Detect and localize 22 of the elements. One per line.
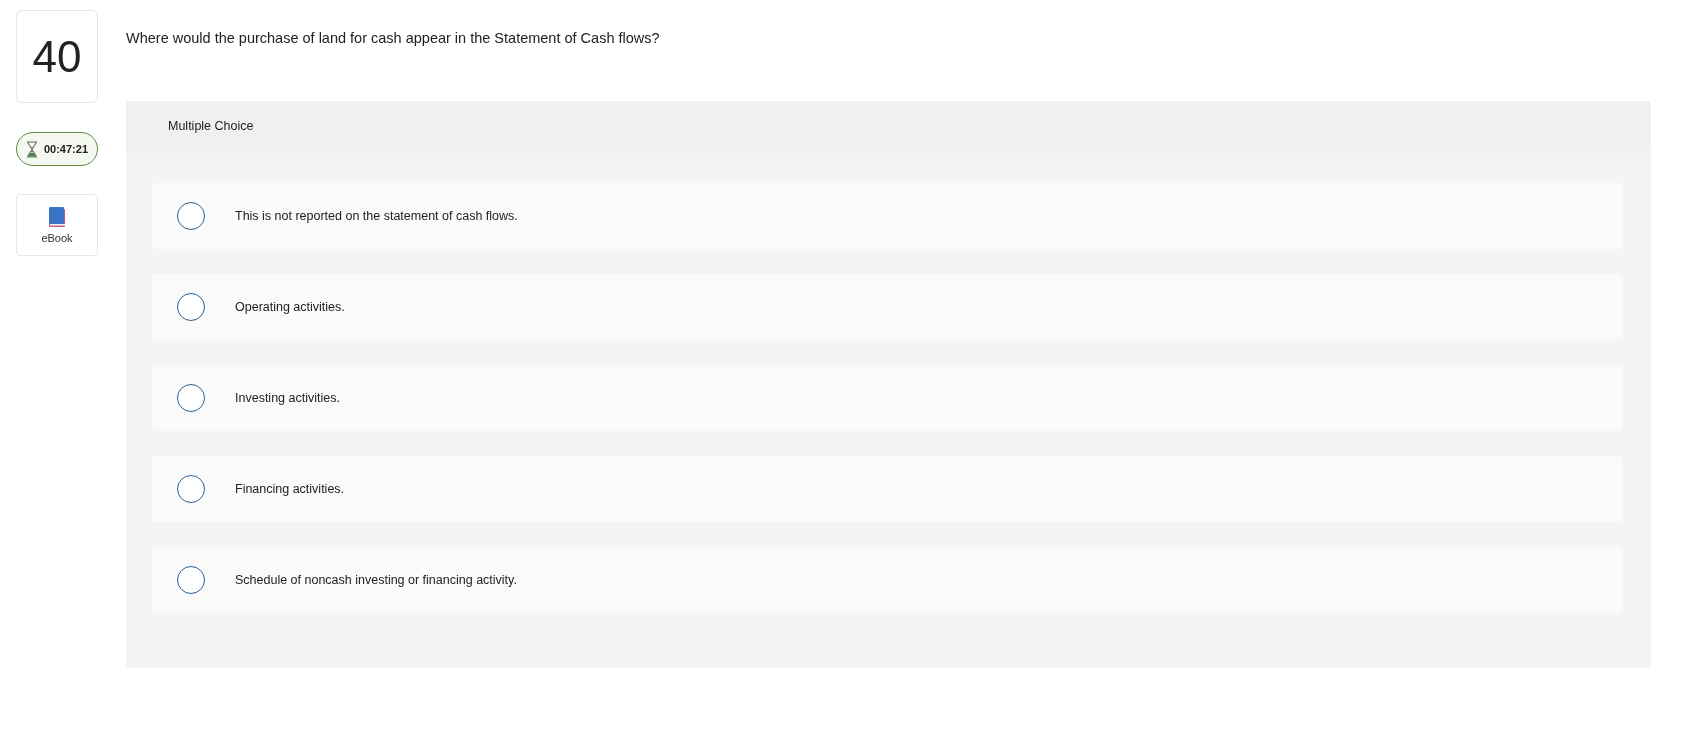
answer-option[interactable]: Investing activities. [152,365,1623,431]
radio-button[interactable] [177,293,205,321]
answer-text: Financing activities. [235,482,345,496]
answer-option[interactable]: This is not reported on the statement of cash flows. [152,183,1623,249]
timer-text: 00:47:21 [43,143,88,155]
answer-option[interactable]: Schedule of noncash investing or financing activity. [152,547,1623,613]
answer-text: Investing activities. [235,391,340,405]
radio-button[interactable] [177,202,205,230]
hourglass-icon [25,140,38,158]
radio-button[interactable] [177,566,205,594]
question-type-header: Multiple Choice [126,101,1651,151]
answer-text: Schedule of noncash investing or financing activity. [235,573,517,587]
question-text: Where would the purchase of land for cash appear in the Statement of Cash flows? [126,29,661,47]
radio-button[interactable] [177,475,205,503]
answer-text: This is not reported on the statement of cash flows. [235,209,518,223]
question-number: 40 [16,10,98,103]
ebook-button[interactable]: eBook [16,194,98,256]
book-icon [48,206,66,227]
answer-option[interactable]: Operating activities. [152,274,1623,340]
answer-option[interactable]: Financing activities. [152,456,1623,522]
answer-text: Operating activities. [235,300,345,314]
radio-button[interactable] [177,384,205,412]
